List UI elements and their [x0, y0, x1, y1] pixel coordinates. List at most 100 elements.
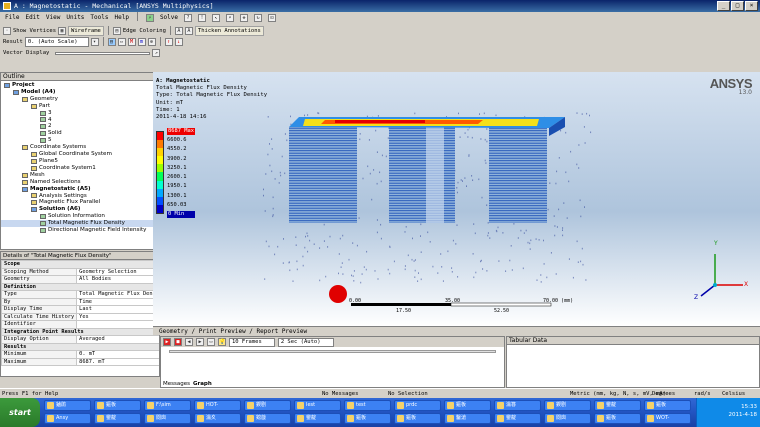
tree-item[interactable]: Model (A4) [1, 89, 159, 96]
details-value[interactable]: Total Magnetic Flux Density [76, 290, 159, 299]
solve-icon[interactable]: ⚡ [145, 14, 154, 22]
details-row[interactable]: Display Option Averaged [1, 335, 159, 344]
fit-icon[interactable]: ⊡ [268, 14, 276, 22]
taskbar-button[interactable]: WOT- [644, 413, 691, 424]
taskbar-button[interactable]: 鐢靛 [94, 413, 141, 424]
taskbar-button[interactable]: 鐢靛 [494, 413, 541, 424]
tree-item[interactable]: Coordinate System1 [1, 165, 159, 172]
taskbar-button[interactable]: 鎴戠 [244, 413, 291, 424]
max-icon[interactable]: M [127, 37, 136, 46]
annotation-icon[interactable]: A [174, 26, 183, 35]
taskbar-button[interactable]: 鐢靛 [294, 413, 341, 424]
details-row[interactable]: Geometry All Bodies [1, 275, 159, 284]
details-row[interactable]: Results [1, 342, 159, 351]
arrow-up-icon[interactable]: ↑ [164, 37, 173, 46]
taskbar-button[interactable]: 鏂板 [644, 400, 691, 411]
details-section[interactable]: Integration Point Results [1, 327, 159, 336]
taskbar-button[interactable]: 閲囪 [544, 413, 591, 424]
export-video-icon[interactable]: ▭ [207, 338, 215, 346]
tree-item[interactable]: Solid [1, 130, 159, 137]
details-row[interactable]: Integration Point Results [1, 327, 159, 336]
zoom-icon[interactable]: ⌕ [226, 14, 234, 22]
tree-item[interactable]: Project [1, 82, 159, 89]
tree-item[interactable]: Plane5 [1, 158, 159, 165]
taskbar-button[interactable]: 鏂板 [594, 413, 641, 424]
tab-messages[interactable]: Messages [163, 381, 190, 387]
chevron-down-icon[interactable]: ▾ [90, 37, 99, 46]
timeline-track[interactable] [169, 350, 496, 353]
taskbar-button[interactable]: 鏂板 [444, 400, 491, 411]
taskbar-button[interactable]: HOT- [194, 400, 241, 411]
tree-item[interactable]: Magnetostatic (A5) [1, 186, 159, 193]
wireframe-button[interactable]: Wireframe [68, 25, 104, 36]
details-row[interactable]: By Time [1, 297, 159, 306]
result-scale-select[interactable]: 0. (Auto Scale) [24, 36, 89, 47]
details-value[interactable]: 8687. mT [76, 357, 159, 366]
details-row[interactable]: Identifier [1, 320, 159, 329]
menu-units[interactable]: Units [66, 12, 84, 24]
taskbar-button[interactable]: 鍥剧 [544, 400, 591, 411]
prev-frame-icon[interactable]: ◀ [185, 338, 193, 346]
tree-item[interactable]: Solution Information [1, 213, 159, 220]
details-value[interactable]: Averaged [76, 335, 159, 344]
show-vertices-button[interactable]: Show Vertices [13, 28, 56, 34]
taskbar-button[interactable]: Iest [294, 400, 341, 411]
taskbar-button[interactable]: prdc [394, 400, 441, 411]
details-value[interactable]: Time [76, 297, 159, 306]
solve-button[interactable]: Solve [160, 12, 178, 24]
next-frame-icon[interactable]: ▶ [196, 338, 204, 346]
details-value[interactable]: Geometry Selection [76, 267, 159, 276]
menu-file[interactable]: File [5, 12, 19, 24]
details-row[interactable]: Maximum 8687. mT [1, 357, 159, 366]
show-errors-icon[interactable]: ! [198, 14, 206, 22]
maximize-button[interactable]: □ [731, 1, 744, 11]
frames-select[interactable]: 10 Frames [229, 337, 275, 347]
clock-date[interactable]: 2011-4-18 [697, 411, 757, 419]
tree-item[interactable]: Global Coordinate System [1, 151, 159, 158]
duration-select[interactable]: 2 Sec (Auto) [277, 337, 334, 347]
stop-icon[interactable]: ■ [174, 338, 182, 346]
tree-item[interactable]: Named Selections [1, 179, 159, 186]
details-row[interactable]: Calculate Time History Yes [1, 312, 159, 321]
arrow-down-icon[interactable]: ↓ [174, 37, 183, 46]
taskbar-button[interactable]: 鍥剧 [244, 400, 291, 411]
tree-item[interactable]: Geometry [1, 96, 159, 103]
details-value[interactable]: 0. mT [76, 350, 159, 359]
tree-item[interactable]: 2 [1, 123, 159, 130]
tree-item[interactable]: Part [1, 103, 159, 110]
thicken-annotations-button[interactable]: Thicken Annotations [194, 25, 264, 36]
details-row[interactable]: Scoping Method Geometry Selection [1, 267, 159, 276]
menu-edit[interactable]: Edit [25, 12, 39, 24]
tree-item[interactable]: Mesh [1, 172, 159, 179]
details-section[interactable]: Results [1, 342, 159, 351]
details-value[interactable]: Yes [76, 312, 159, 321]
menu-view[interactable]: View [46, 12, 60, 24]
new-analysis-icon[interactable]: ? [184, 14, 192, 22]
edge-display-icon[interactable]: ▭ [117, 37, 126, 46]
taskbar-button[interactable]: 鐢靛 [594, 400, 641, 411]
details-row[interactable]: Type Total Magnetic Flux Density [1, 290, 159, 299]
details-value[interactable] [76, 320, 159, 329]
details-value[interactable]: All Bodies [76, 275, 159, 284]
taskbar-button[interactable]: 瀹夊 [194, 413, 241, 424]
taskbar-button[interactable]: 鑿滄 [444, 413, 491, 424]
probe-icon[interactable]: ⊕ [147, 37, 156, 46]
edge-coloring-button[interactable]: Edge Coloring [123, 28, 166, 34]
taskbar-button[interactable]: F:\sim [144, 400, 191, 411]
min-icon[interactable]: m [137, 37, 146, 46]
details-section[interactable]: Definition [1, 282, 159, 291]
details-row[interactable]: Definition [1, 282, 159, 291]
close-button[interactable]: × [745, 1, 758, 11]
minimize-button[interactable]: _ [717, 1, 730, 11]
view-tabs[interactable]: Geometry / Print Preview / Report Previe… [153, 326, 760, 335]
taskbar-button[interactable]: 鏂板 [394, 413, 441, 424]
taskbar-button[interactable]: Ansy [44, 413, 91, 424]
details-row[interactable]: Minimum 0. mT [1, 350, 159, 359]
menu-tools[interactable]: Tools [90, 12, 108, 24]
taskbar-button[interactable]: 瀹簭 [494, 400, 541, 411]
color-legend[interactable]: 8687 Max 6600.6 4550.2 3900.2 3250.1 260… [156, 128, 201, 218]
tree-item[interactable]: 4 [1, 117, 159, 124]
pan-icon[interactable]: ✥ [240, 14, 248, 22]
menu-help[interactable]: Help [114, 12, 128, 24]
start-button[interactable]: start [0, 398, 40, 427]
